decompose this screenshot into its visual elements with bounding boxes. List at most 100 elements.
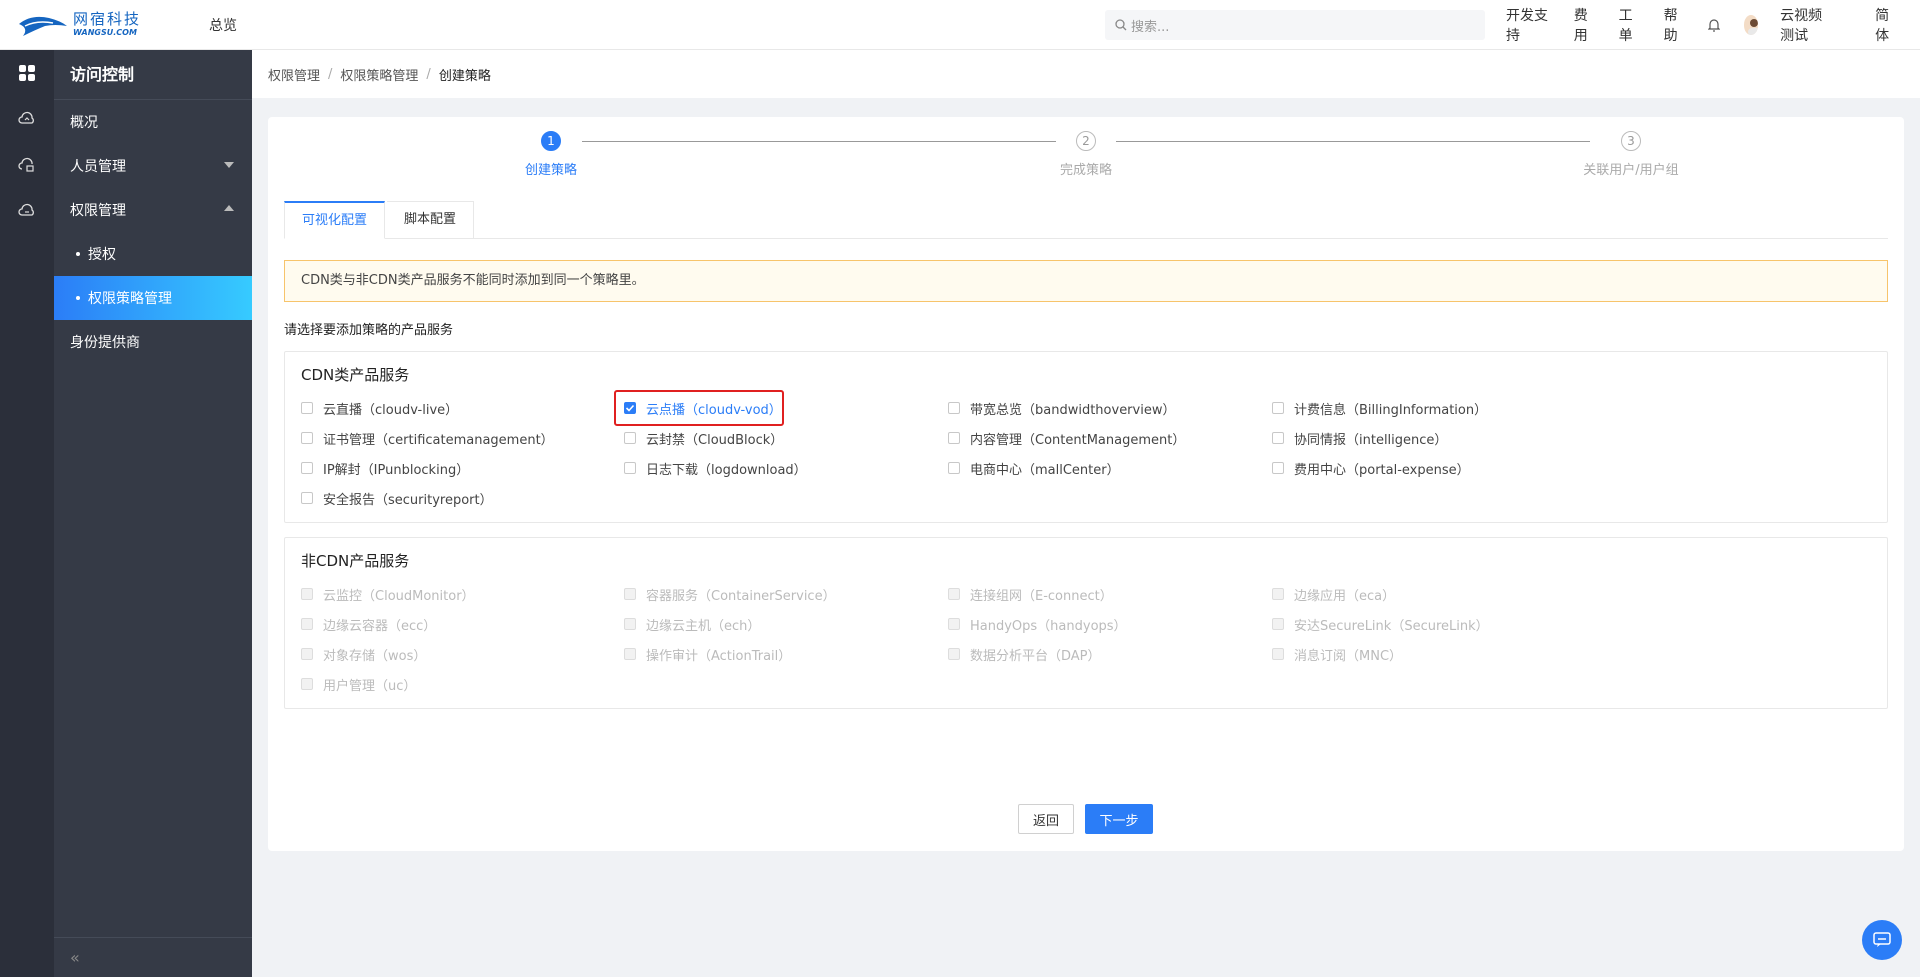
checkbox-icon — [948, 648, 960, 660]
checkbox-icon[interactable] — [1272, 462, 1284, 474]
checkbox-icon — [624, 588, 636, 600]
sidebar-item-identity-provider[interactable]: 身份提供商 — [54, 320, 252, 364]
checkbox-label: IP解封（IPunblocking） — [323, 462, 470, 478]
checkbox-icon[interactable] — [948, 402, 960, 414]
checkbox-icon[interactable] — [948, 432, 960, 444]
breadcrumb-item[interactable]: 权限管理 — [268, 65, 320, 84]
apps-icon[interactable] — [0, 50, 54, 96]
back-button[interactable]: 返回 — [1018, 804, 1074, 834]
checkbox-icon[interactable] — [624, 432, 636, 444]
sidebar-item-permissions[interactable]: 权限管理 — [54, 188, 252, 232]
tab-script-config[interactable]: 脚本配置 — [387, 201, 475, 239]
cdn_group-service-checkbox[interactable]: 安全报告（securityreport） — [301, 488, 493, 508]
noncdn_group-service-checkbox: 边缘云主机（ech） — [624, 614, 760, 634]
checkbox-icon[interactable] — [301, 462, 313, 474]
checkbox-icon[interactable] — [301, 402, 313, 414]
checkbox-label: 证书管理（certificatemanagement） — [323, 432, 554, 448]
cdn_group-service-checkbox[interactable]: 带宽总览（bandwidthoverview） — [948, 398, 1175, 418]
checkbox-label: 带宽总览（bandwidthoverview） — [970, 402, 1176, 418]
cdn_group-service-checkbox[interactable]: 云直播（cloudv-live） — [301, 398, 458, 418]
step-create: 1 创建策略 — [491, 131, 611, 178]
step-line — [582, 141, 1056, 142]
checkbox-icon[interactable] — [948, 462, 960, 474]
sidebar-item-policy-management[interactable]: 权限策略管理 — [54, 276, 252, 320]
checkbox-icon — [1272, 618, 1284, 630]
cdn_group-service-checkbox[interactable]: 日志下载（logdownload） — [624, 458, 807, 478]
cloud-lock-icon[interactable] — [0, 142, 54, 188]
nav-help[interactable]: 帮助 — [1664, 5, 1687, 45]
cdn_group-service-checkbox[interactable]: 电商中心（mallCenter） — [948, 458, 1120, 478]
notice-banner: CDN类与非CDN类产品服务不能同时添加到同一个策略里。 — [284, 260, 1888, 302]
checkbox-icon[interactable] — [1272, 402, 1284, 414]
cdn-services-group: CDN类产品服务 云直播（cloudv-live） 云点播（cloudv-vod）… — [284, 351, 1888, 523]
step-number: 2 — [1076, 131, 1096, 151]
checkbox-icon — [1272, 588, 1284, 600]
noncdn_group-service-checkbox: 数据分析平台（DAP） — [948, 644, 1101, 664]
noncdn_group-service-checkbox: 用户管理（uc） — [301, 674, 416, 694]
checkbox-icon — [301, 618, 313, 630]
sidebar-item-label: 权限策略管理 — [88, 291, 172, 307]
chevron-down-icon — [224, 162, 234, 168]
user-name: 云视频测试 — [1780, 8, 1823, 44]
lang-switch[interactable]: 简体 — [1875, 5, 1898, 45]
cdn_group-service-checkbox[interactable]: IP解封（IPunblocking） — [301, 458, 469, 478]
nav-billing[interactable]: 费用 — [1574, 5, 1597, 45]
cdn_group-service-checkbox[interactable]: 证书管理（certificatemanagement） — [301, 428, 554, 448]
noncdn_group-service-checkbox: 安达SecureLink（SecureLink） — [1272, 614, 1489, 634]
noncdn_group-service-checkbox: 操作审计（ActionTrail） — [624, 644, 791, 664]
cdn_group-service-checkbox[interactable]: 费用中心（portal-expense） — [1272, 458, 1470, 478]
steps: 1 创建策略 2 完成策略 3 关联用户/用户组 — [268, 117, 1904, 187]
checkbox-icon — [624, 618, 636, 630]
group-title: CDN类产品服务 — [301, 366, 410, 384]
next-button[interactable]: 下一步 — [1085, 804, 1153, 834]
search-icon — [1115, 19, 1127, 31]
cdn_group-service-checkbox[interactable]: 协同情报（intelligence） — [1272, 428, 1447, 448]
avatar — [1743, 15, 1759, 35]
nav-overview[interactable]: 总览 — [209, 15, 237, 35]
checkbox-label: 云监控（CloudMonitor） — [323, 588, 475, 604]
checkbox-label: 电商中心（mallCenter） — [970, 462, 1120, 478]
cloud-icon[interactable] — [0, 96, 54, 142]
checkbox-label: 日志下载（logdownload） — [646, 462, 807, 478]
sidebar-item-label: 授权 — [88, 247, 116, 263]
step-label: 创建策略 — [524, 163, 577, 178]
logo-mark-icon — [17, 12, 69, 38]
checkbox-icon — [1272, 648, 1284, 660]
sidebar-item-personnel[interactable]: 人员管理 — [54, 144, 252, 188]
search-input[interactable]: 搜索... — [1105, 10, 1485, 40]
cdn_group-service-checkbox[interactable]: 内容管理（ContentManagement） — [948, 428, 1185, 448]
chat-support-button[interactable] — [1862, 920, 1902, 960]
sidebar-item-authorize[interactable]: 授权 — [54, 232, 252, 276]
sidebar-item-overview[interactable]: 概况 — [54, 100, 252, 144]
checkbox-icon[interactable] — [1272, 432, 1284, 444]
checkbox-icon[interactable] — [301, 492, 313, 504]
checkbox-icon — [948, 588, 960, 600]
checkbox-icon[interactable] — [301, 432, 313, 444]
collapse-sidebar-icon[interactable]: « — [54, 937, 252, 977]
breadcrumb-separator: / — [426, 66, 431, 82]
nav-dev-support[interactable]: 开发支持 — [1506, 5, 1552, 45]
checkbox-label: 内容管理（ContentManagement） — [970, 432, 1186, 448]
cdn_group-service-checkbox[interactable]: 计费信息（BillingInformation） — [1272, 398, 1487, 418]
step-line — [1116, 141, 1590, 142]
checkbox-label: 容器服务（ContainerService） — [646, 588, 836, 604]
selection-highlight — [614, 390, 784, 426]
cloud-link-icon[interactable] — [0, 188, 54, 234]
checkbox-icon — [301, 648, 313, 660]
service-prompt: 请选择要添加策略的产品服务 — [284, 323, 454, 338]
checkbox-label: 连接组网（E-connect） — [970, 588, 1113, 604]
user-menu[interactable]: 云视频测试 — [1743, 5, 1854, 45]
icon-bar — [0, 50, 54, 977]
tab-visual-config[interactable]: 可视化配置 — [284, 201, 386, 239]
checkbox-label: 安全报告（securityreport） — [323, 492, 493, 508]
checkbox-icon[interactable] — [624, 462, 636, 474]
nav-ticket[interactable]: 工单 — [1619, 5, 1642, 45]
bell-icon[interactable] — [1708, 17, 1721, 33]
step-label: 完成策略 — [1059, 163, 1112, 178]
checkbox-label: 边缘应用（eca） — [1294, 588, 1396, 604]
logo[interactable]: 网宿科技 WANGSU.COM — [17, 12, 157, 38]
breadcrumb-item[interactable]: 权限策略管理 — [340, 65, 418, 84]
cdn_group-service-checkbox[interactable]: 云封禁（CloudBlock） — [624, 428, 783, 448]
sidebar-title: 访问控制 — [54, 50, 252, 100]
main-card: 1 创建策略 2 完成策略 3 关联用户/用户组 可视化配置 脚本配置 CDN类… — [268, 117, 1904, 851]
